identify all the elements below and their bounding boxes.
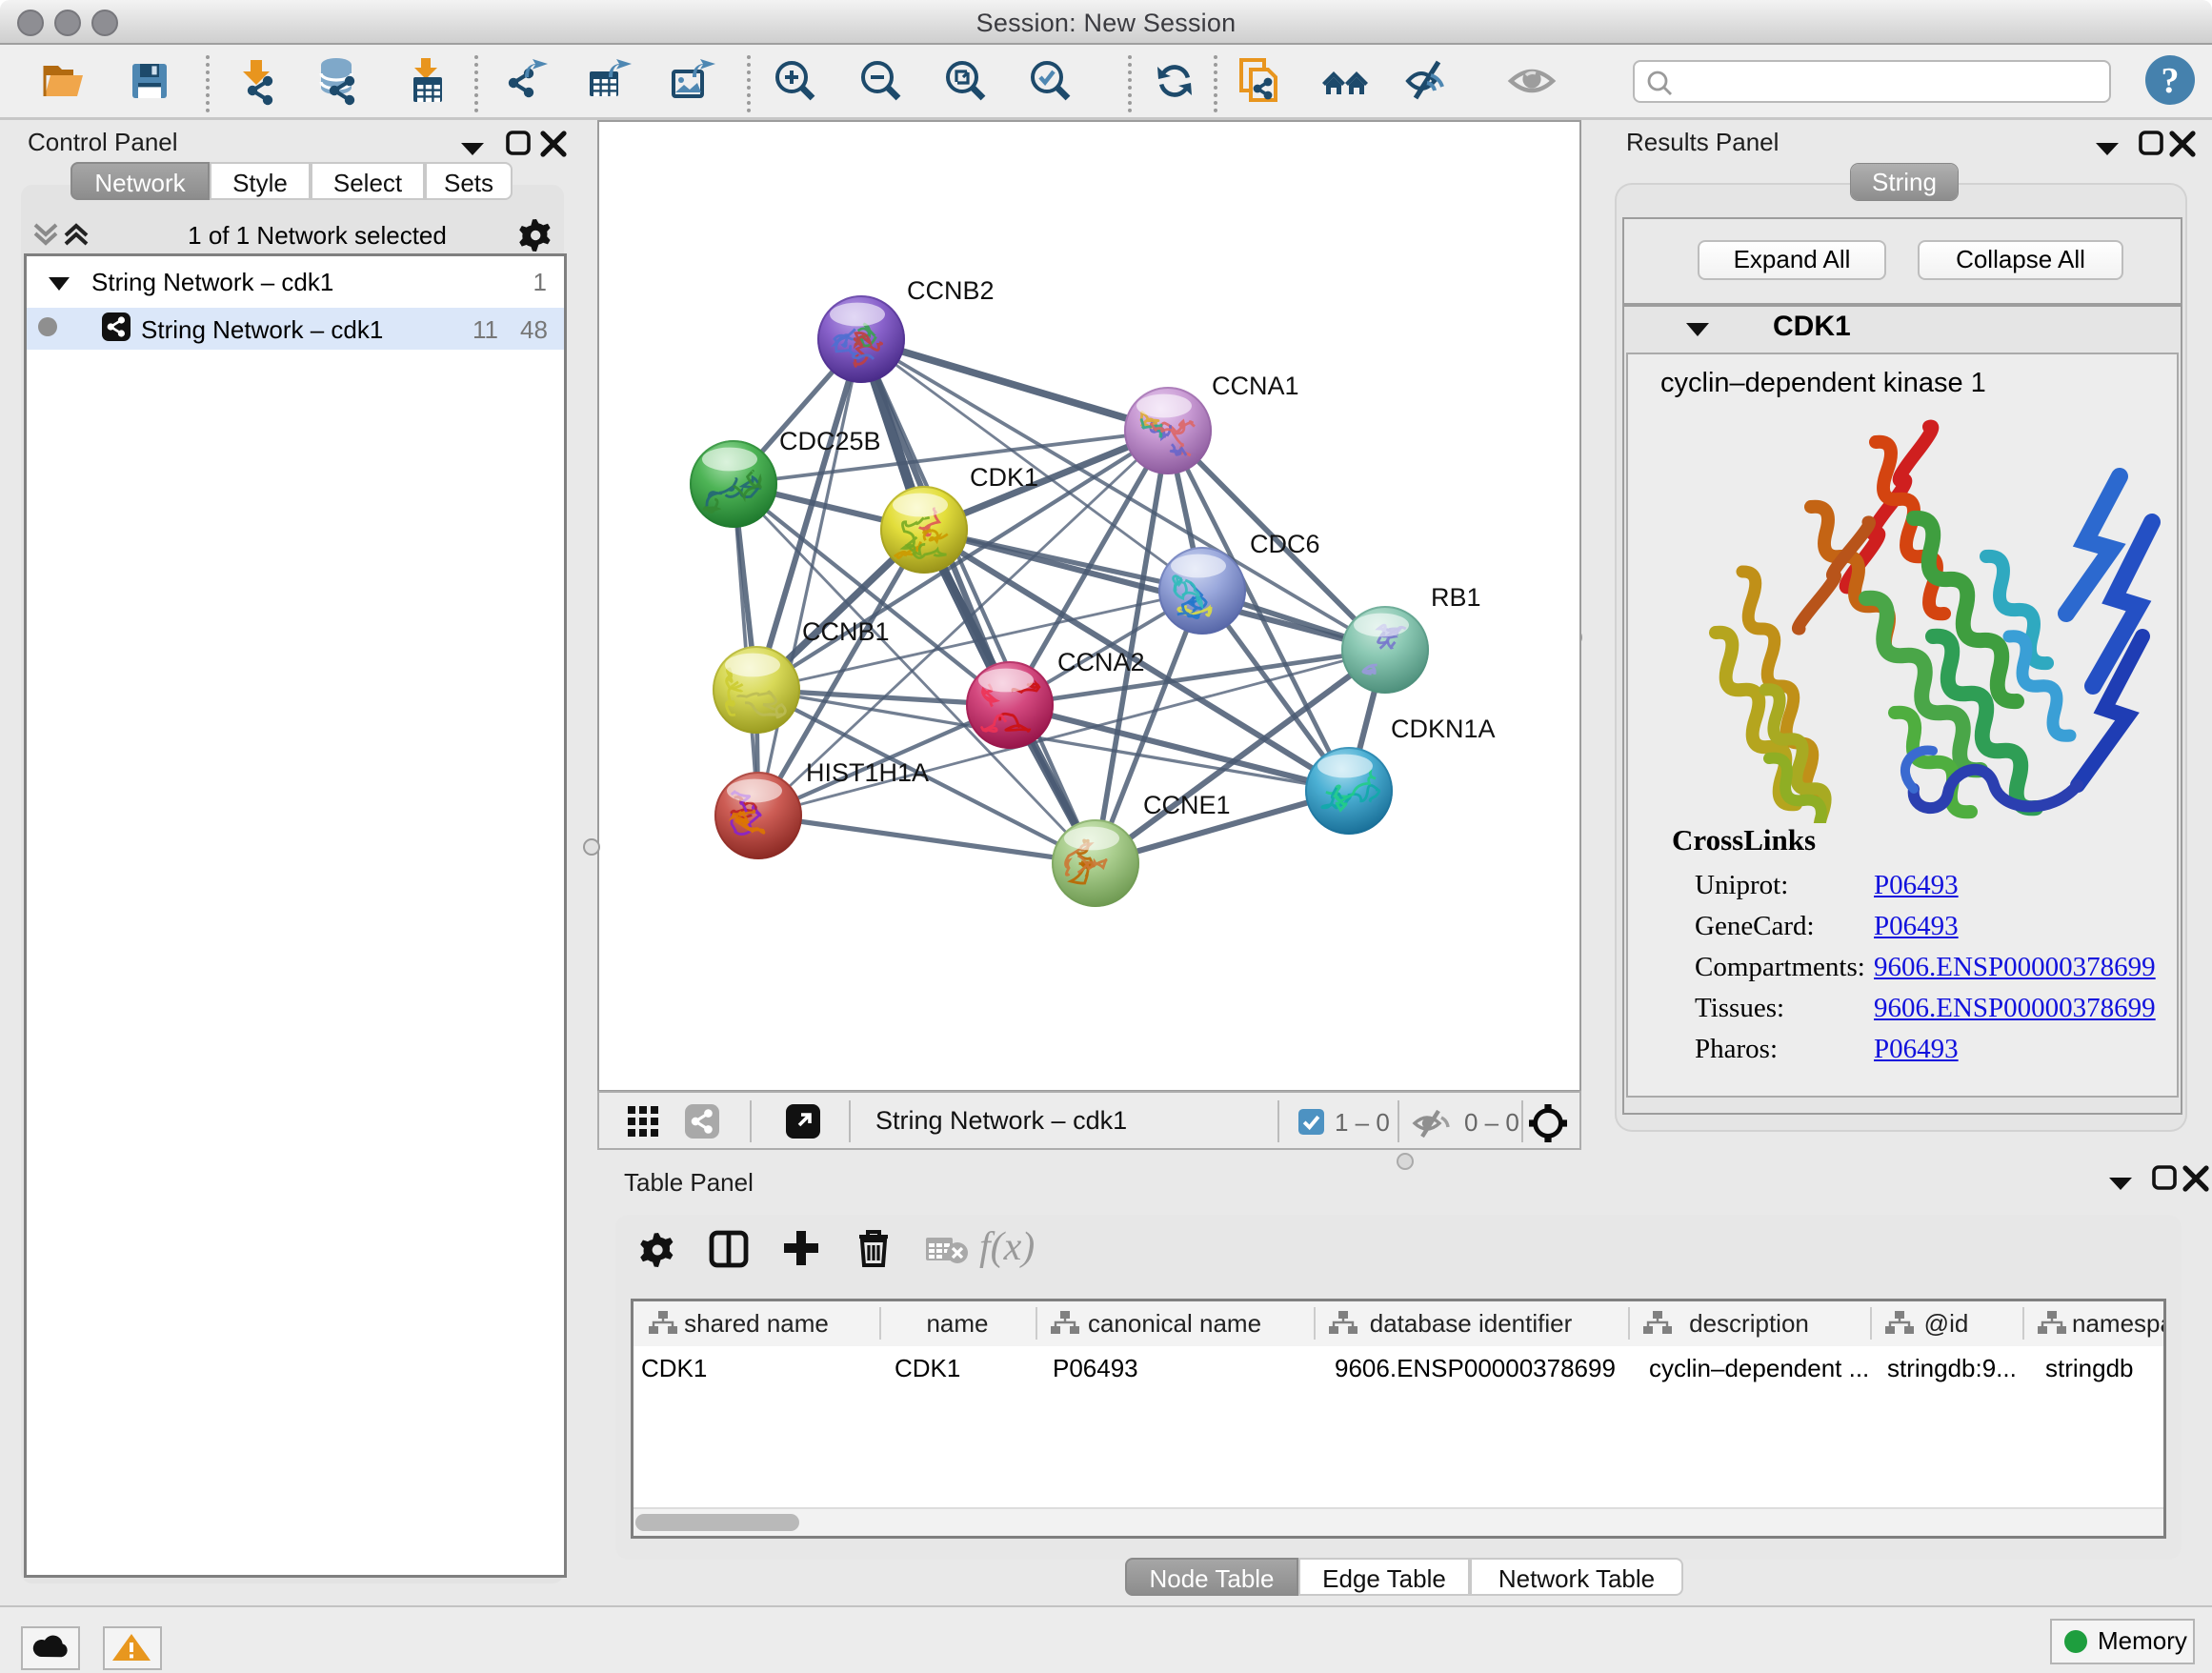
svg-text:CDC6: CDC6 bbox=[1250, 530, 1320, 558]
svg-text:CCNB1: CCNB1 bbox=[802, 617, 890, 646]
svg-text:CDK1: CDK1 bbox=[970, 463, 1038, 492]
svg-text:CDC25B: CDC25B bbox=[779, 427, 881, 455]
svg-text:CCNA2: CCNA2 bbox=[1057, 648, 1145, 676]
svg-text:RB1: RB1 bbox=[1431, 583, 1481, 612]
svg-text:?: ? bbox=[2162, 61, 2180, 101]
svg-text:CCNB2: CCNB2 bbox=[907, 276, 995, 305]
svg-text:CCNE1: CCNE1 bbox=[1143, 791, 1231, 819]
svg-text:CCNA1: CCNA1 bbox=[1212, 372, 1299, 400]
svg-text:HIST1H1A: HIST1H1A bbox=[806, 758, 929, 787]
svg-text:CDKN1A: CDKN1A bbox=[1391, 715, 1496, 743]
